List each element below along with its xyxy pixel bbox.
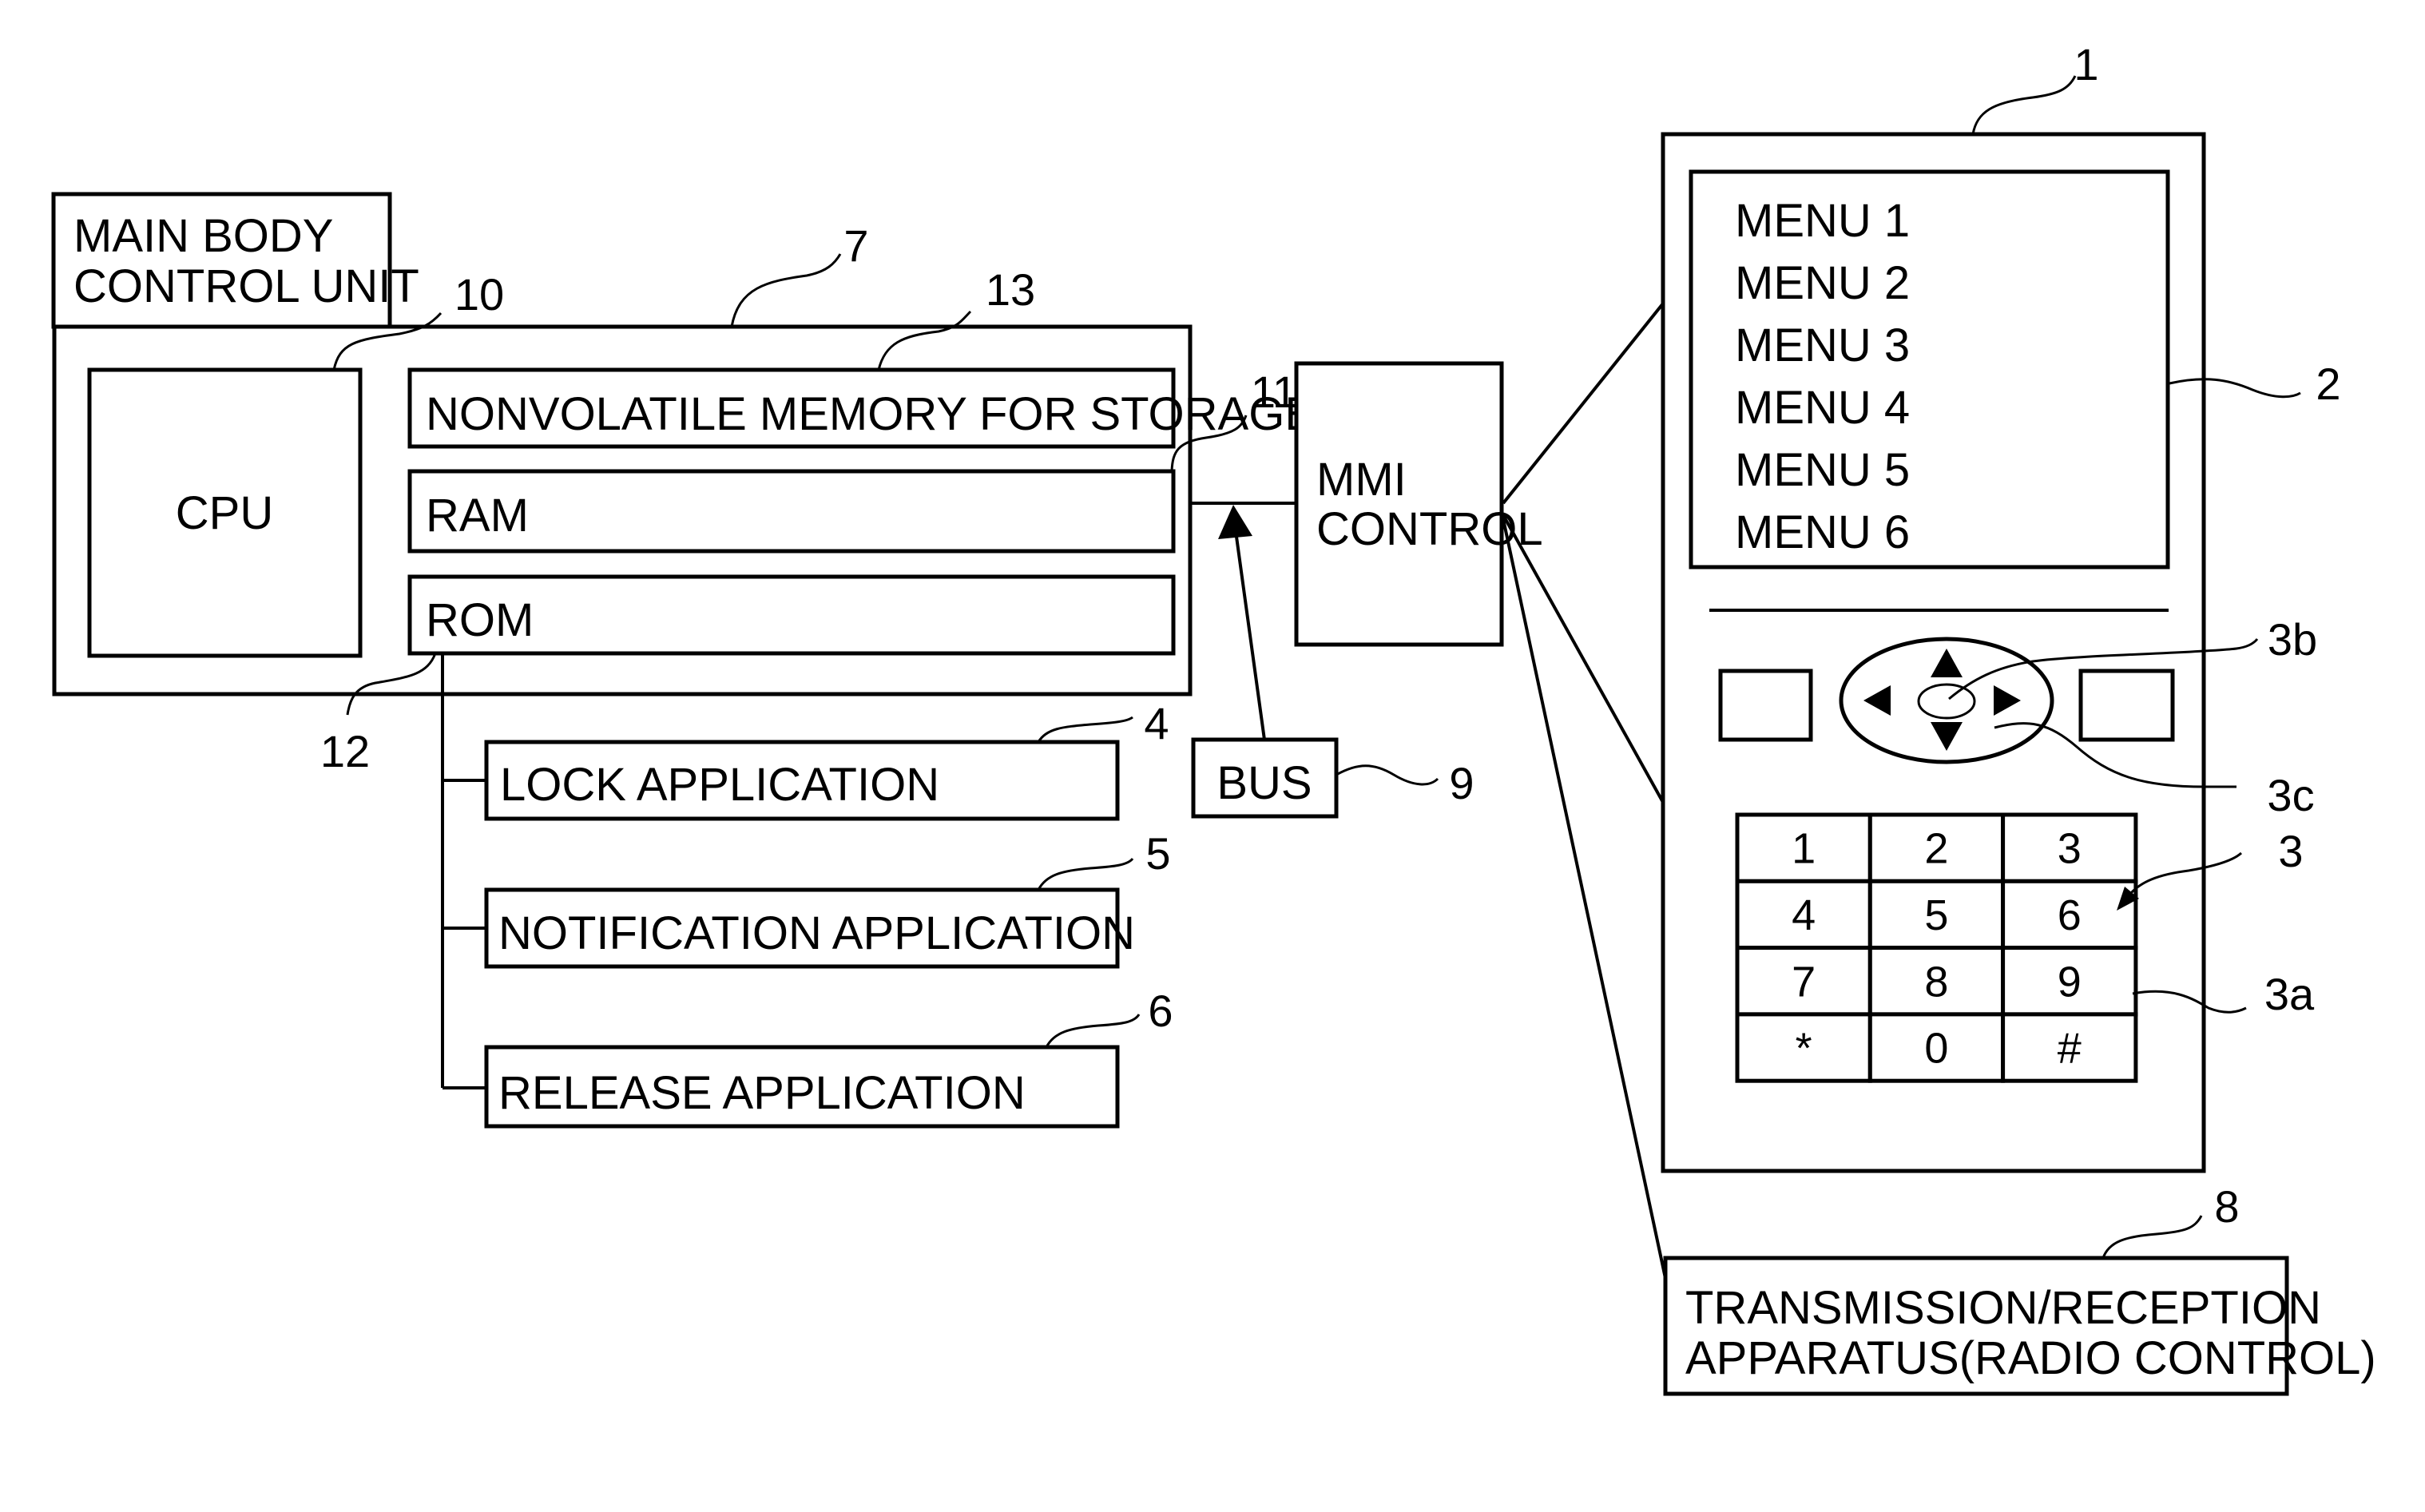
- rom-block: ROM: [407, 574, 1176, 656]
- notification-application-label: NOTIFICATION APPLICATION: [498, 907, 1135, 959]
- ref-main-control: 7: [843, 220, 868, 271]
- cpu-block: CPU: [87, 367, 363, 658]
- leader-4: [1037, 716, 1133, 743]
- mmi-control-block: MMI CONTROL: [1294, 361, 1543, 647]
- ref-notification-application: 5: [1145, 828, 1170, 879]
- keypad-key-label: 7: [1792, 958, 1816, 1006]
- mmi-label-line1: MMI: [1316, 454, 1407, 506]
- keypad-key-label: #: [2058, 1025, 2082, 1073]
- transceiver-label-line2: APPARATUS(RADIO CONTROL): [1685, 1332, 2376, 1384]
- transceiver-label-line1: TRANSMISSION/RECEPTION: [1685, 1282, 2321, 1334]
- mmi-to-display-line: [1502, 302, 1665, 505]
- ref-rom: 12: [320, 726, 370, 776]
- ref-phone: 1: [2074, 39, 2098, 89]
- main-body-label-line1: MAIN BODY: [73, 210, 334, 262]
- ref-center-button: 3b: [2268, 614, 2317, 665]
- keypad-key-label: 9: [2058, 958, 2082, 1006]
- bus-arrow-shaft: [1235, 536, 1266, 740]
- keypad-key-label: 8: [1924, 958, 1948, 1006]
- ref-nonvolatile: 13: [986, 264, 1035, 315]
- keypad-key-label: 6: [2058, 891, 2082, 939]
- lock-application-label: LOCK APPLICATION: [500, 759, 939, 811]
- menu-item[interactable]: MENU 3: [1735, 319, 1910, 371]
- release-application-label: RELEASE APPLICATION: [498, 1067, 1026, 1119]
- left-soft-key[interactable]: [1718, 669, 1813, 742]
- menu-item[interactable]: MENU 2: [1735, 257, 1910, 309]
- transceiver-block: TRANSMISSION/RECEPTION APPARATUS(RADIO C…: [1663, 1256, 2376, 1396]
- keypad-key-label: 3: [2058, 825, 2082, 873]
- block-diagram: MAIN BODY CONTROL UNIT 7 CPU 10 NONVOLAT…: [51, 39, 2376, 1396]
- keypad-key-label: 0: [1924, 1025, 1948, 1073]
- ref-cpu: 10: [454, 269, 504, 319]
- ref-direction-pad: 3c: [2267, 770, 2314, 820]
- keypad-key-label: 5: [1924, 891, 1948, 939]
- ref-display: 2: [2316, 359, 2340, 409]
- nonvolatile-memory-label: NONVOLATILE MEMORY FOR STORAGE: [426, 388, 1316, 440]
- ref-key-button: 3a: [2264, 969, 2315, 1019]
- keypad-key-label: 4: [1792, 891, 1816, 939]
- main-body-label-box: MAIN BODY CONTROL UNIT: [51, 192, 419, 329]
- bus-block: BUS: [1191, 737, 1339, 819]
- keypad-key-label: *: [1796, 1025, 1812, 1073]
- leader-6: [1045, 1014, 1141, 1048]
- right-soft-key[interactable]: [2078, 669, 2175, 742]
- ref-ram: 11: [1251, 367, 1297, 417]
- mmi-to-transceiver-line: [1502, 518, 1668, 1283]
- bus-label: BUS: [1216, 757, 1312, 809]
- menu-item[interactable]: MENU 6: [1735, 506, 1910, 558]
- rom-label: ROM: [426, 594, 534, 646]
- display-screen: MENU 1 MENU 2 MENU 3 MENU 4 MENU 5 MENU …: [1689, 169, 2170, 569]
- ref-transceiver: 8: [2214, 1181, 2239, 1232]
- leader-7: [730, 253, 842, 327]
- release-application-block: RELEASE APPLICATION: [484, 1045, 1120, 1129]
- lock-application-block: LOCK APPLICATION: [484, 740, 1120, 821]
- ref-keys: 3: [2278, 826, 2303, 876]
- menu-item[interactable]: MENU 1: [1735, 195, 1910, 247]
- keypad-key-label: 1: [1792, 825, 1816, 873]
- menu-item[interactable]: MENU 5: [1735, 444, 1910, 496]
- main-body-label-line2: CONTROL UNIT: [73, 260, 419, 312]
- numeric-keypad: 1 2 3 4 5 6 7 8 9 * 0 #: [1735, 812, 2138, 1083]
- ram-label: RAM: [426, 490, 529, 542]
- direction-pad[interactable]: [1839, 637, 2054, 764]
- keypad-key-label: 2: [1924, 825, 1948, 873]
- ref-lock-application: 4: [1144, 698, 1169, 748]
- leader-1: [1971, 75, 2077, 135]
- notification-application-block: NOTIFICATION APPLICATION: [484, 887, 1135, 969]
- ram-block: RAM: [407, 469, 1176, 554]
- menu-item[interactable]: MENU 4: [1735, 382, 1910, 434]
- cpu-label: CPU: [176, 487, 273, 539]
- mmi-to-keys-line: [1502, 514, 1666, 806]
- leader-5: [1037, 857, 1134, 891]
- leader-8: [2102, 1215, 2203, 1259]
- leader-9: [1336, 764, 1439, 786]
- ref-release-application: 6: [1148, 986, 1173, 1036]
- ref-bus: 9: [1449, 758, 1474, 808]
- bus-arrowhead-icon: [1218, 505, 1252, 539]
